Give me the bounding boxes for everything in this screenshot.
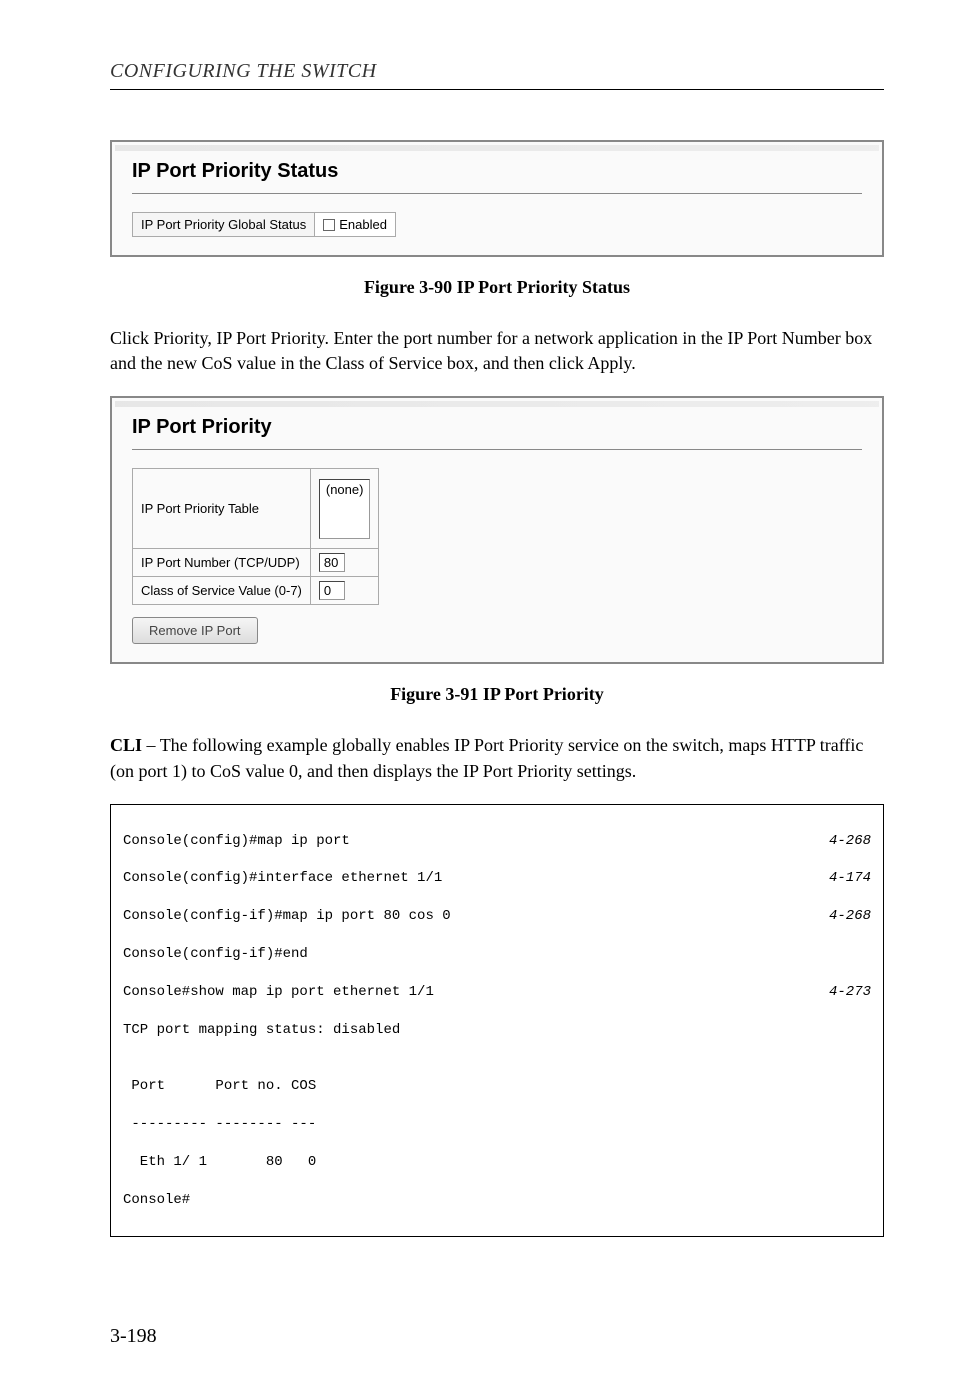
remove-ip-port-button[interactable]: Remove IP Port	[132, 617, 258, 644]
code-text: Console(config)#map ip port	[123, 832, 350, 851]
paragraph-1: Click Priority, IP Port Priority. Enter …	[110, 326, 884, 376]
para2-text: – The following example globally enables…	[110, 735, 863, 780]
text-enabled: Enabled	[339, 217, 387, 232]
code-ref: 4-268	[829, 832, 871, 851]
code-ref: 4-273	[829, 983, 871, 1002]
input-port-number[interactable]: 80	[319, 553, 345, 572]
paragraph-2: CLI – The following example globally ena…	[110, 733, 884, 783]
figure-caption-2: Figure 3-91 IP Port Priority	[110, 684, 884, 705]
select-priority-table[interactable]: (none)	[319, 479, 371, 539]
row-global-status: IP Port Priority Global Status Enabled	[132, 212, 396, 237]
code-text: Console(config-if)#end	[123, 945, 308, 964]
panel-ip-port-priority: IP Port Priority IP Port Priority Table …	[110, 396, 884, 664]
panel-title-2: IP Port Priority	[132, 416, 862, 450]
value-global-status: Enabled	[315, 213, 395, 236]
code-ref: 4-268	[829, 907, 871, 926]
code-text: Console(config)#interface ethernet 1/1	[123, 869, 442, 888]
label-port-number: IP Port Number (TCP/UDP)	[133, 549, 311, 577]
code-ref: 4-174	[829, 869, 871, 888]
cell-port-number: 80	[310, 549, 379, 577]
label-global-status: IP Port Priority Global Status	[133, 213, 315, 236]
panel-ip-port-priority-status: IP Port Priority Status IP Port Priority…	[110, 140, 884, 257]
cell-cos-value: 0	[310, 577, 379, 605]
priority-table: IP Port Priority Table (none) IP Port Nu…	[132, 468, 379, 605]
cell-priority-table-value: (none)	[310, 469, 379, 549]
cli-label: CLI	[110, 735, 142, 755]
code-text: Console#show map ip port ethernet 1/1	[123, 983, 434, 1002]
page-number: 3-198	[110, 1325, 157, 1348]
label-priority-table: IP Port Priority Table	[133, 469, 311, 549]
figure-caption-1: Figure 3-90 IP Port Priority Status	[110, 277, 884, 298]
code-text: Port Port no. COS	[123, 1077, 316, 1096]
label-cos-value: Class of Service Value (0-7)	[133, 577, 311, 605]
code-text: TCP port mapping status: disabled	[123, 1021, 400, 1040]
code-text: Console#	[123, 1191, 190, 1210]
code-block: Console(config)#map ip port 4-268 Console…	[110, 804, 884, 1238]
input-cos-value[interactable]: 0	[319, 581, 345, 600]
code-text: Console(config-if)#map ip port 80 cos 0	[123, 907, 451, 926]
code-text: --------- -------- ---	[123, 1115, 316, 1134]
panel-title: IP Port Priority Status	[132, 160, 862, 194]
code-text: Eth 1/ 1 80 0	[123, 1153, 316, 1172]
checkbox-enabled[interactable]	[323, 219, 335, 231]
page-header: CONFIGURING THE SWITCH	[110, 60, 884, 90]
